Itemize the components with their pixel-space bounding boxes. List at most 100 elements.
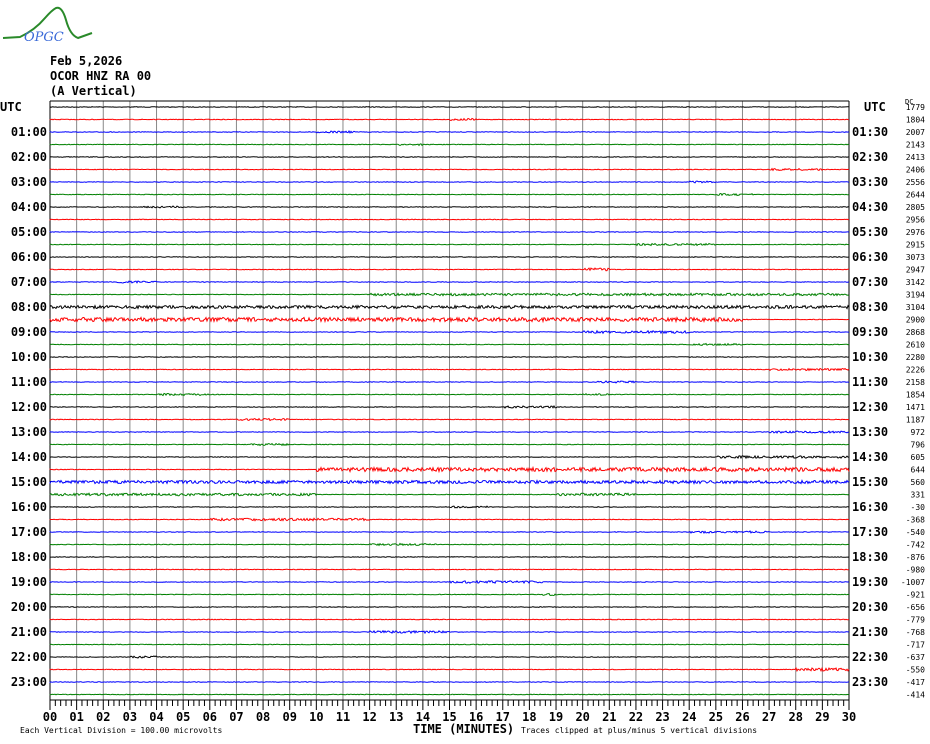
dc-offset-label: 3194 (906, 291, 925, 300)
trace-9 (49, 218, 850, 221)
left-hour-label: 17:00 (11, 525, 47, 539)
dc-offset-label: -540 (906, 528, 925, 537)
left-hour-label: 04:00 (11, 200, 47, 214)
dc-offset-label: -417 (906, 678, 925, 687)
trace-0 (49, 105, 850, 108)
dc-offset-label: 2143 (906, 141, 925, 150)
left-utc-label: UTC (0, 100, 22, 114)
dc-offset-label: 2556 (906, 178, 925, 187)
x-tick-label: 09 (282, 710, 296, 724)
dc-offset-label: 796 (911, 441, 926, 450)
dc-offset-label: -550 (906, 666, 925, 675)
dc-label: DC (905, 98, 913, 106)
dc-offset-label: -656 (906, 603, 925, 612)
left-hour-label: 02:00 (11, 150, 47, 164)
x-tick-label: 00 (43, 710, 57, 724)
dc-offset-label: -742 (906, 541, 925, 550)
dc-offset-label: -414 (906, 691, 925, 700)
left-hour-label: 19:00 (11, 575, 47, 589)
x-axis-title: TIME (MINUTES) (413, 722, 515, 736)
right-hour-label: 19:30 (852, 575, 888, 589)
dc-offset-label: -921 (906, 591, 925, 600)
x-tick-label: 04 (149, 710, 163, 724)
dc-offset-label: 2406 (906, 166, 925, 175)
dc-offset-label: 1854 (906, 391, 925, 400)
right-hour-label: 02:30 (852, 150, 888, 164)
left-hour-label: 10:00 (11, 350, 47, 364)
clip-note: Traces clipped at plus/minus 5 vertical … (521, 726, 758, 735)
x-tick-label: 26 (735, 710, 749, 724)
dc-offset-label: 2007 (906, 128, 925, 137)
dc-offset-label: -368 (906, 516, 925, 525)
right-hour-label: 06:30 (852, 250, 888, 264)
dc-offset-label: 2280 (906, 353, 925, 362)
dc-offset-label: 1804 (906, 116, 925, 125)
right-utc-label: UTC (864, 100, 886, 114)
helicorder: OPGC Feb 5,2026 OCOR HNZ RA 00 (A Vertic… (0, 0, 930, 744)
dc-offset-label: -717 (906, 641, 925, 650)
left-hour-label: 13:00 (11, 425, 47, 439)
x-tick-label: 11 (336, 710, 350, 724)
right-hour-label: 16:30 (852, 500, 888, 514)
dc-offset-label: 331 (911, 491, 926, 500)
dc-offset-label: 605 (911, 453, 926, 462)
trace-46 (49, 681, 850, 684)
dc-offset-label: 2805 (906, 203, 925, 212)
right-hour-label: 12:30 (852, 400, 888, 414)
dc-offset-label: 3073 (906, 253, 925, 262)
dc-offset-label: 2900 (906, 316, 925, 325)
right-hour-label: 01:30 (852, 125, 888, 139)
trace-10 (49, 231, 850, 233)
dc-offset-label: 2976 (906, 228, 925, 237)
trace-40 (49, 606, 850, 608)
dc-offset-label: 2915 (906, 241, 925, 250)
dc-offset-label: -876 (906, 553, 925, 562)
x-tick-label: 10 (309, 710, 323, 724)
x-tick-label: 24 (682, 710, 696, 724)
x-tick-label: 03 (123, 710, 137, 724)
right-hour-label: 03:30 (852, 175, 888, 189)
dc-offset-label: -30 (911, 503, 926, 512)
dc-offset-label: 1187 (906, 416, 925, 425)
x-tick-label: 05 (176, 710, 190, 724)
right-hour-label: 08:30 (852, 300, 888, 314)
trace-37 (49, 568, 850, 571)
right-hour-label: 20:30 (852, 600, 888, 614)
trace-41 (49, 618, 850, 621)
right-hour-label: 18:30 (852, 550, 888, 564)
x-tick-label: 27 (762, 710, 776, 724)
right-hour-label: 05:30 (852, 225, 888, 239)
trace-12 (49, 256, 849, 258)
right-hour-label: 04:30 (852, 200, 888, 214)
right-hour-label: 07:30 (852, 275, 888, 289)
dc-offset-label: 3142 (906, 278, 925, 287)
trace-4 (49, 156, 850, 158)
left-hour-label: 21:00 (11, 625, 47, 639)
x-tick-label: 12 (362, 710, 376, 724)
right-hour-label: 09:30 (852, 325, 888, 339)
x-tick-label: 30 (842, 710, 856, 724)
x-tick-label: 20 (575, 710, 589, 724)
dc-offset-label: 2947 (906, 266, 925, 275)
right-hour-label: 22:30 (852, 650, 888, 664)
dc-offset-label: -980 (906, 566, 925, 575)
x-tick-label: 23 (655, 710, 669, 724)
trace-43 (49, 643, 850, 646)
x-tick-label: 21 (602, 710, 616, 724)
left-hour-label: 16:00 (11, 500, 47, 514)
left-hour-label: 07:00 (11, 275, 47, 289)
dc-offset-label: 2868 (906, 328, 925, 337)
dc-offset-label: 560 (911, 478, 926, 487)
right-hour-label: 13:30 (852, 425, 888, 439)
dc-offset-label: 2956 (906, 216, 925, 225)
dc-offset-label: -637 (906, 653, 925, 662)
x-tick-label: 18 (522, 710, 536, 724)
right-hour-label: 10:30 (852, 350, 888, 364)
x-tick-label: 25 (709, 710, 723, 724)
dc-offset-label: 2413 (906, 153, 925, 162)
seismogram-plot: 00 01 02 03 04 05 06 07 08 09 10 11 12 13 14 15 16 17 18 19… (0, 98, 926, 724)
x-tick-label: 29 (815, 710, 829, 724)
dc-offset-label: -768 (906, 628, 925, 637)
left-hour-label: 12:00 (11, 400, 47, 414)
trace-47 (49, 693, 850, 696)
